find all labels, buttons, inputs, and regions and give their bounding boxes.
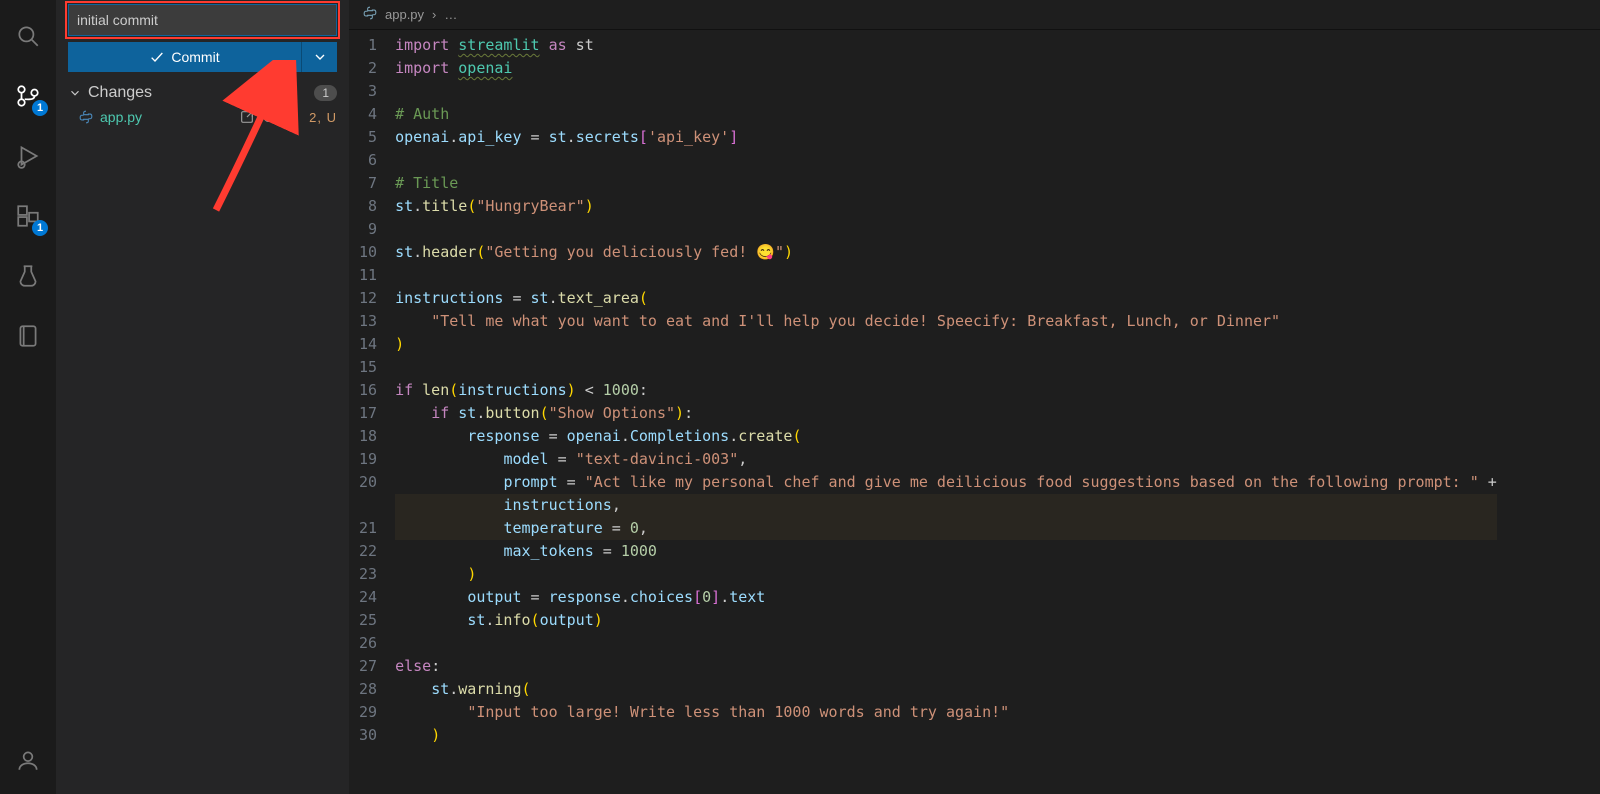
breadcrumb-tail: … [444,7,457,22]
extensions-icon[interactable]: 1 [12,200,44,232]
code-area[interactable]: 1234567891011121314151617181920212223242… [349,30,1600,747]
chevron-down-icon [68,86,82,100]
stage-changes-icon[interactable] [283,109,299,125]
code-content[interactable]: import streamlit as stimport openai# Aut… [395,34,1497,747]
commit-button[interactable]: Commit [68,42,301,72]
account-icon[interactable] [12,744,44,776]
run-debug-icon[interactable] [12,140,44,172]
activity-bar: 1 1 [0,0,56,794]
changes-label: Changes [88,84,152,102]
testing-icon[interactable] [12,260,44,292]
changed-file-name: app.py [100,109,233,125]
commit-message-input[interactable] [68,4,337,36]
changes-section-header[interactable]: Changes 1 [56,80,349,106]
commit-button-label: Commit [171,49,219,65]
file-decoration: 2, U [309,110,337,125]
notebook-icon[interactable] [12,320,44,352]
open-file-icon[interactable] [239,109,255,125]
chevron-down-icon [312,49,328,65]
source-control-panel: Commit Changes 1 app.py 2, U [56,0,349,794]
check-icon [149,49,165,65]
source-control-icon[interactable]: 1 [12,80,44,112]
python-file-icon [363,6,377,23]
breadcrumb-sep: › [432,7,436,22]
editor: app.py › … 12345678910111213141516171819… [349,0,1600,794]
discard-changes-icon[interactable] [261,109,277,125]
breadcrumb[interactable]: app.py › … [349,0,1600,30]
python-file-icon [78,110,94,124]
scm-badge: 1 [32,100,48,116]
changes-count-badge: 1 [314,85,337,101]
commit-dropdown-button[interactable] [301,42,337,72]
search-icon[interactable] [12,20,44,52]
extensions-badge: 1 [32,220,48,236]
changed-file-row[interactable]: app.py 2, U [56,106,349,128]
breadcrumb-file: app.py [385,7,424,22]
line-number-gutter: 1234567891011121314151617181920212223242… [349,34,395,747]
